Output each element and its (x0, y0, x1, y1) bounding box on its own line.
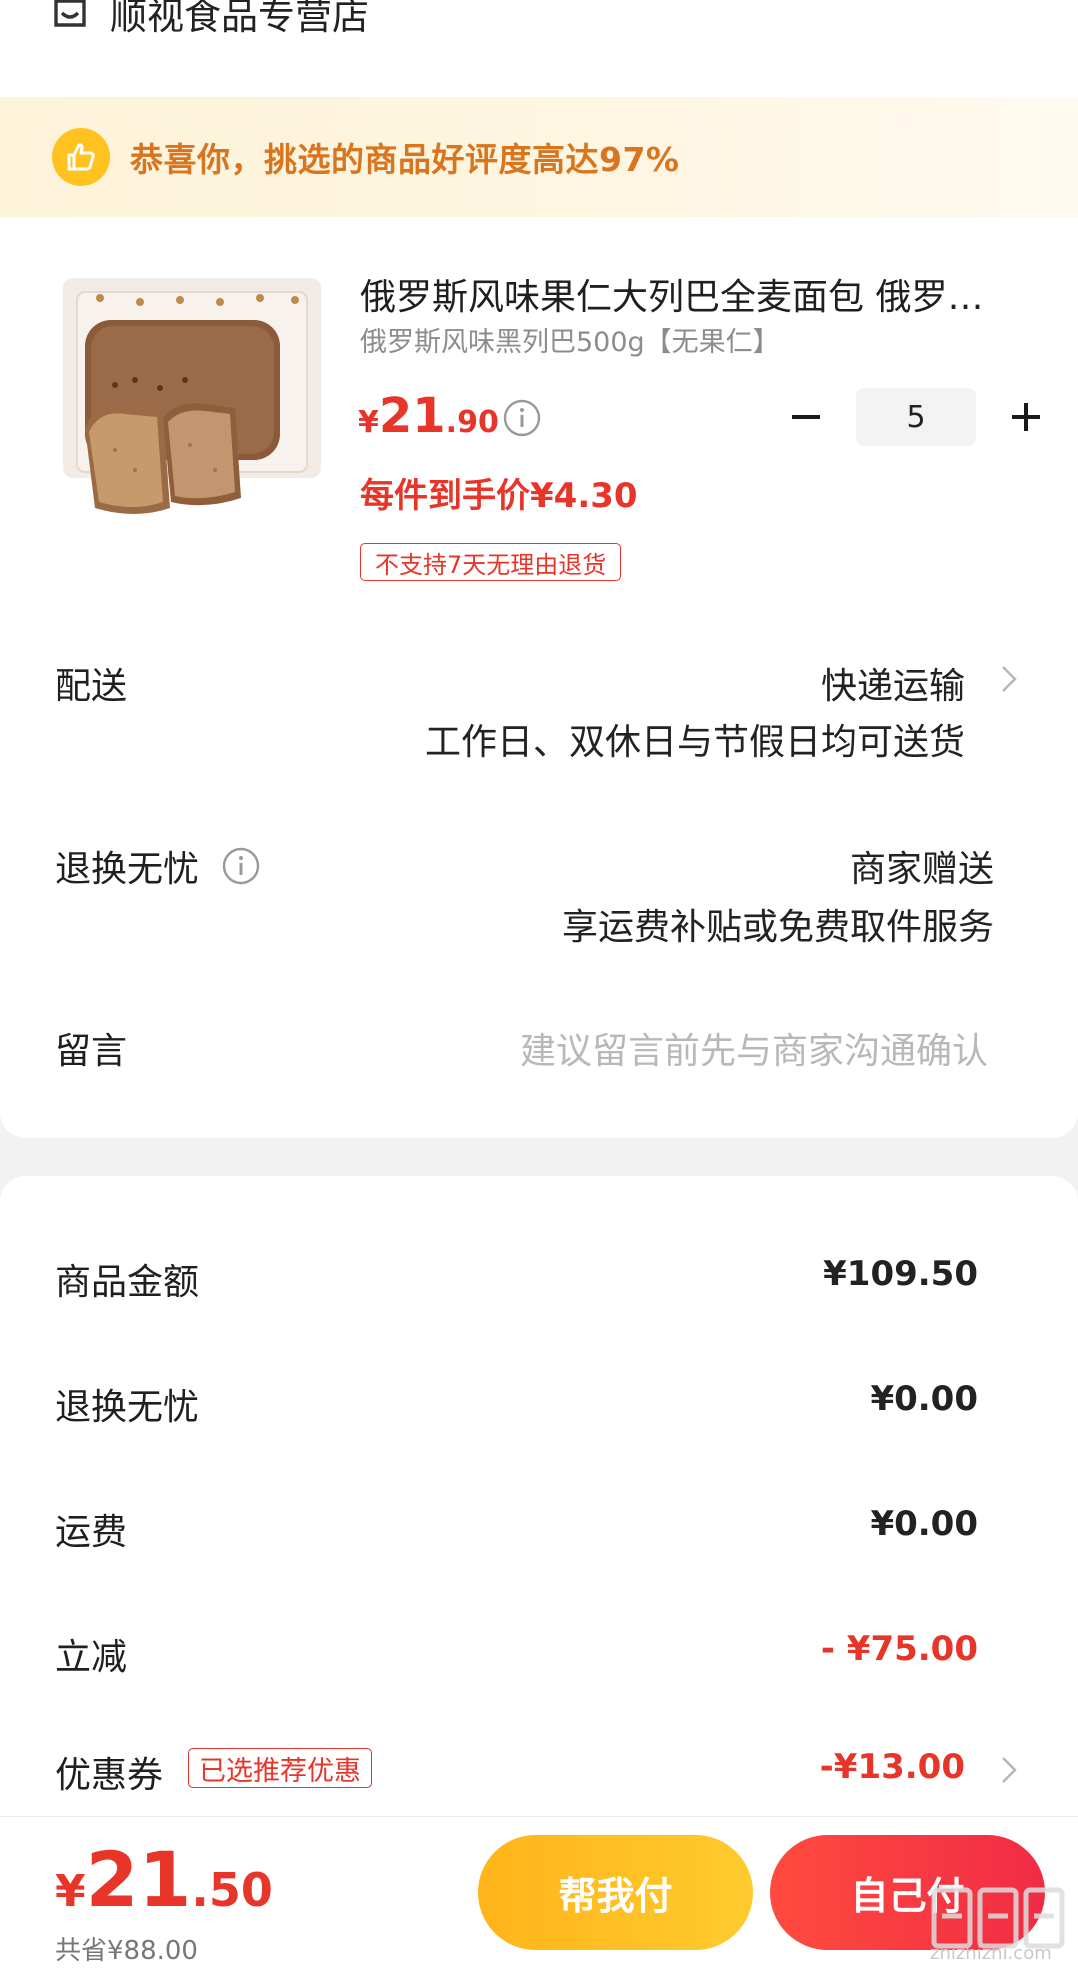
coupon-badge: 已选推荐优惠 (188, 1748, 372, 1788)
delivery-chevron-icon[interactable] (1000, 664, 1018, 694)
coupon-chevron-icon[interactable] (1000, 1755, 1018, 1785)
delivery-method[interactable]: 快递运输 (821, 657, 965, 709)
watermark-text: zhizhizhi.com (930, 1943, 1052, 1964)
store-name: 顺视食品专营店 (110, 0, 369, 38)
shipping-label: 运费 (55, 1512, 128, 1553)
price-info-icon[interactable] (502, 398, 542, 438)
coupon-label: 优惠券 (55, 1755, 164, 1796)
total-price: ¥ 21 .50 (55, 1835, 273, 1924)
total-currency: ¥ (55, 1866, 86, 1917)
returns-fee-value: ¥0.00 (870, 1379, 978, 1419)
coupon-value[interactable]: -¥13.00 (820, 1747, 965, 1787)
help-pay-button[interactable]: 帮我付 (478, 1835, 753, 1950)
product-title[interactable]: 俄罗斯风味果仁大列巴全麦面包 俄罗斯风味果仁大列巴全麦面包 (360, 268, 1000, 320)
returns-label: 退换无忧 (55, 849, 200, 890)
message-input[interactable]: 建议留言前先与商家沟通确认 (520, 1022, 988, 1074)
store-header[interactable]: 顺视食品专营店 (52, 0, 369, 38)
returns-fee-label: 退换无忧 (55, 1387, 200, 1428)
goods-amount-value: ¥109.50 (823, 1254, 978, 1294)
discount-value: - ¥75.00 (820, 1629, 978, 1669)
price-currency: ¥ (358, 405, 379, 440)
delivery-label: 配送 (55, 666, 128, 707)
returns-info-icon[interactable] (221, 846, 261, 886)
goods-amount-label: 商品金额 (55, 1262, 200, 1303)
product-price: ¥ 21 .90 (358, 388, 499, 444)
product-image[interactable] (55, 270, 330, 535)
returns-value: 商家赠送 (849, 849, 994, 890)
total-saved: 共省¥88.00 (55, 1936, 198, 1966)
store-icon (54, 0, 86, 27)
delivery-note: 工作日、双休日与节假日均可送货 (424, 722, 965, 763)
price-decimal: .90 (445, 405, 499, 440)
discount-label: 立减 (55, 1637, 128, 1678)
no-return-tag: 不支持7天无理由退货 (360, 543, 622, 581)
product-sku[interactable]: 俄罗斯风味黑列巴500g【无果仁】 (360, 320, 780, 359)
praise-banner: 恭喜你，挑选的商品好评度高达97% (0, 97, 1078, 217)
increase-button[interactable] (998, 389, 1054, 445)
praise-text: 恭喜你，挑选的商品好评度高达97% (130, 140, 680, 179)
returns-note: 享运费补贴或免费取件服务 (561, 907, 994, 948)
thumbs-up-icon (52, 128, 110, 186)
plus-icon (1012, 403, 1040, 431)
price-integer: 21 (378, 388, 446, 444)
final-unit-price: 每件到手价¥4.30 (360, 476, 638, 516)
returns-row-label: 退换无忧 (55, 840, 261, 892)
quantity-stepper: 5 (778, 388, 1054, 446)
minus-icon (792, 415, 820, 419)
checkout-bar: ¥ 21 .50 共省¥88.00 帮我付 自己付 (0, 1816, 1078, 1971)
order-card: 顺视食品专营店 恭喜你，挑选的商品好评度高达97% 俄罗斯风味果仁大列巴全麦面包… (0, 0, 1078, 1138)
message-label: 留言 (55, 1031, 128, 1072)
decrease-button[interactable] (778, 389, 834, 445)
total-decimal: .50 (191, 1863, 273, 1917)
total-integer: 21 (85, 1835, 192, 1924)
quantity-value[interactable]: 5 (856, 388, 976, 446)
shipping-value: ¥0.00 (870, 1504, 978, 1544)
